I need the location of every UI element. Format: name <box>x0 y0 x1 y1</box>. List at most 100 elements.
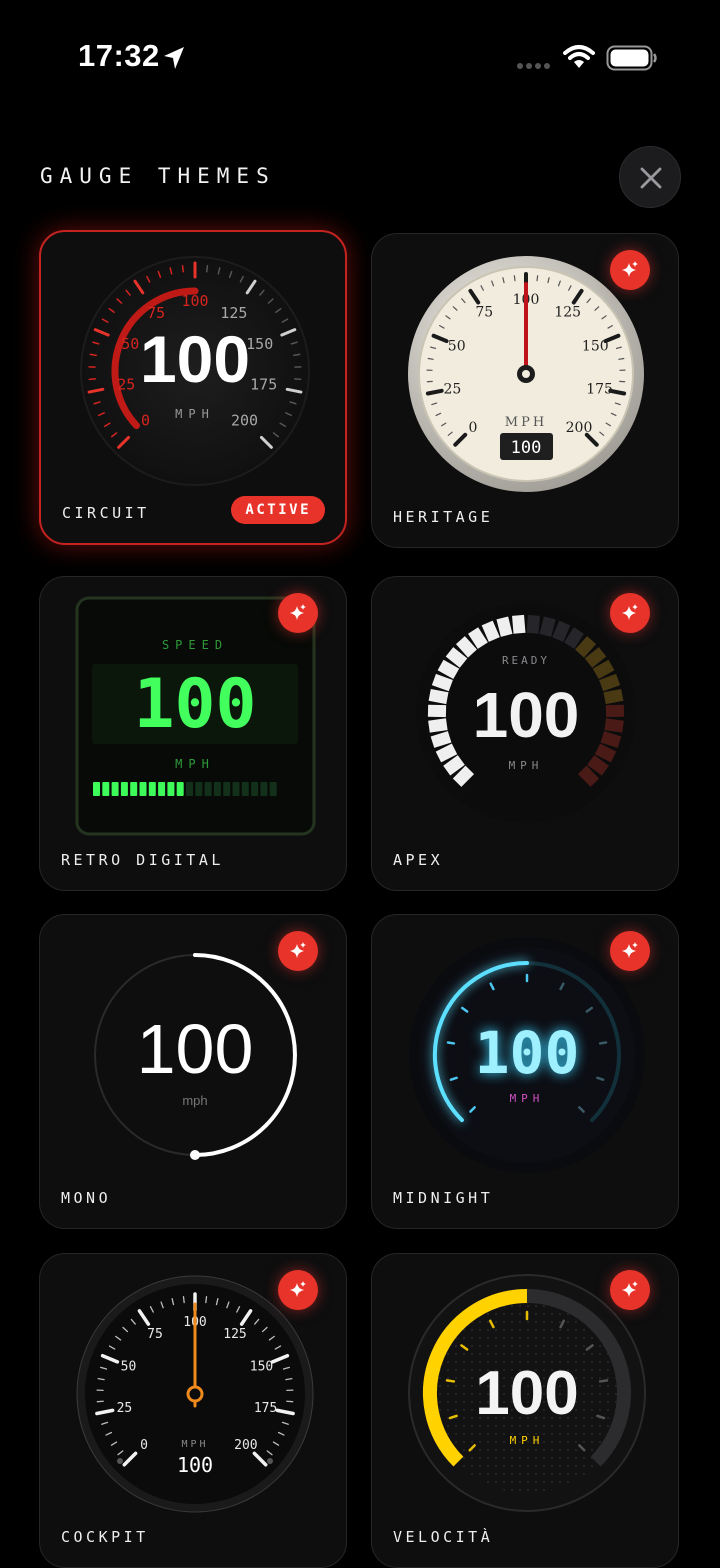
gauge-tick-label: 25 <box>117 376 135 394</box>
gauge-segment <box>533 615 534 633</box>
wifi-icon <box>563 44 595 70</box>
gauge-segment <box>429 724 447 727</box>
gauge-segment <box>447 760 462 771</box>
gauge-tick <box>600 1380 607 1381</box>
gauge-minor-tick <box>619 359 624 360</box>
gauge-minor-tick <box>537 276 538 281</box>
gauge-segment <box>434 679 451 685</box>
speed-bar-segment <box>195 782 202 796</box>
status-time: 17:32 <box>78 38 160 74</box>
gauge-segment <box>432 737 449 742</box>
premium-badge <box>610 931 650 971</box>
gauge-tick <box>448 1042 454 1043</box>
gauge-segment <box>438 749 454 757</box>
gauge-tick-label: 0 <box>140 1438 148 1453</box>
gauge-tick <box>447 1380 454 1381</box>
theme-name-midnight: MIDNIGHT <box>393 1189 493 1207</box>
gauge-tick-label: 200 <box>234 1438 257 1453</box>
gauge-minor-tick <box>183 266 184 272</box>
gauge-tick-label: 0 <box>141 412 150 430</box>
theme-name-heritage: HERITAGE <box>393 508 493 526</box>
speed-bar-segment <box>251 782 258 796</box>
close-button[interactable] <box>619 146 681 208</box>
premium-badge <box>610 250 650 290</box>
theme-card-velocita[interactable]: 100 MPH VELOCITÀ <box>371 1253 679 1568</box>
gauge-segment <box>601 679 618 685</box>
sparkle-icon <box>288 603 308 623</box>
theme-card-mono[interactable]: 100 mph MONO <box>39 914 347 1229</box>
gauge-tick-label: 125 <box>223 1327 246 1342</box>
gauge-minor-tick <box>90 354 96 355</box>
gauge-tick-label: 200 <box>566 420 593 436</box>
theme-name-mono: MONO <box>61 1189 111 1207</box>
retro-top-label: SPEED <box>162 638 228 652</box>
velocita-speed: 100 <box>475 1359 578 1428</box>
speed-bar-segment <box>140 782 147 796</box>
midnight-speed: 100 <box>475 1019 580 1087</box>
theme-name-cockpit: COCKPIT <box>61 1528 149 1546</box>
premium-badge <box>278 931 318 971</box>
gauge-minor-tick <box>428 359 433 360</box>
sparkle-icon <box>288 1280 308 1300</box>
gauge-segment <box>487 623 494 640</box>
gauge-tick-label: 150 <box>246 335 273 353</box>
speed-bar-segment <box>112 782 119 796</box>
gauge-tick-label: 0 <box>469 420 478 436</box>
premium-badge <box>610 593 650 633</box>
gauge-tick-label: 50 <box>121 1359 137 1374</box>
gauge-segment <box>441 665 457 674</box>
gauge-segment <box>430 695 448 698</box>
heritage-unit: MPH <box>505 415 547 430</box>
theme-card-heritage[interactable]: 0255075100125150175200 MPH 100 HERITAGE <box>371 233 679 548</box>
gauge-tick-label: 25 <box>117 1401 133 1416</box>
theme-name-circuit: CIRCUIT <box>62 504 150 522</box>
gauge-minor-tick <box>514 276 515 281</box>
apex-unit: MPH <box>509 759 544 772</box>
midnight-unit: MPH <box>510 1092 545 1105</box>
battery-icon <box>606 45 658 71</box>
cockpit-speed: 100 <box>177 1453 213 1477</box>
theme-name-velocita: VELOCITÀ <box>393 1528 493 1546</box>
cellular-signal-icon <box>516 62 552 70</box>
gauge-tick-label: 175 <box>250 376 277 394</box>
gauge-tick-label: 125 <box>220 304 247 322</box>
page-title: GAUGE THEMES <box>40 164 276 188</box>
gauge-tick-label: 75 <box>147 1327 163 1342</box>
speed-bar-segment <box>242 782 249 796</box>
cockpit-unit: MPH <box>181 1439 208 1450</box>
premium-badge <box>610 1270 650 1310</box>
gauge-segment <box>558 623 565 640</box>
sparkle-icon <box>620 260 640 280</box>
theme-card-cockpit[interactable]: 0255075100125150175200 MPH 100 COCKPIT <box>39 1253 347 1568</box>
gauge-tick-label: 150 <box>250 1359 273 1374</box>
gauge-segment <box>605 724 623 727</box>
gauge-minor-tick <box>294 354 300 355</box>
speed-bar-segment <box>233 782 240 796</box>
gauge-minor-tick <box>183 1297 184 1303</box>
gauge-tick-label: 50 <box>448 338 466 354</box>
theme-card-midnight[interactable]: 100 MPH MIDNIGHT <box>371 914 679 1229</box>
apex-speed: 100 <box>473 679 580 751</box>
status-bar: 17:32 <box>0 0 720 110</box>
gauge-minor-tick <box>206 1297 207 1303</box>
gauge-major-tick <box>428 391 442 394</box>
speed-bar-segment <box>270 782 277 796</box>
speed-bar-segment <box>205 782 212 796</box>
speed-bar-segment <box>130 782 137 796</box>
theme-card-retro-digital[interactable]: SPEED 100 MPH RETRO DIGITAL <box>39 576 347 891</box>
gauge-tick-label: 175 <box>586 382 613 398</box>
speed-bar-segment <box>167 782 174 796</box>
gauge-segment <box>605 695 623 698</box>
gauge-segment <box>591 760 606 771</box>
theme-card-apex[interactable]: READY 100 MPH APEX <box>371 576 679 891</box>
location-arrow-icon <box>162 45 186 71</box>
gauge-tick-label: 75 <box>475 305 493 321</box>
theme-name-retro-digital: RETRO DIGITAL <box>61 851 224 869</box>
theme-card-circuit[interactable]: 0255075100125150175200 100 MPH CIRCUIT A… <box>39 230 347 545</box>
gauge-tick-label: 100 <box>181 292 208 310</box>
gauge-minor-tick <box>98 1379 104 1380</box>
gauge-tick <box>600 1042 606 1043</box>
apex-top-label: READY <box>502 654 550 667</box>
speed-bar-segment <box>177 782 184 796</box>
sparkle-icon <box>620 603 640 623</box>
